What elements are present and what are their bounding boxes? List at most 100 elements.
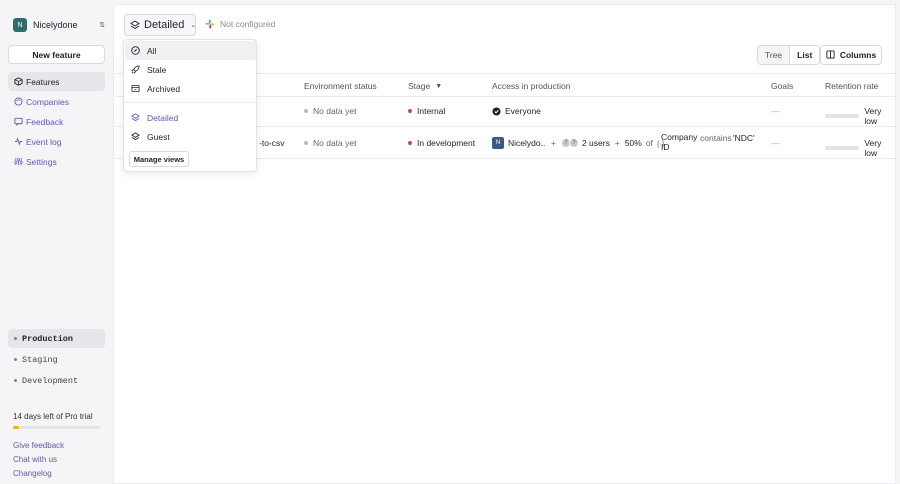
- column-header-label: Stage: [408, 81, 431, 91]
- sidebar-item-label: Event log: [26, 136, 62, 147]
- retention-cell: Very low: [825, 138, 895, 158]
- menu-item-label: Detailed: [147, 112, 179, 123]
- menu-item-view-detailed[interactable]: Detailed: [125, 108, 256, 127]
- changelog-link[interactable]: Changelog: [13, 469, 64, 483]
- column-header-stage[interactable]: Stage ▼: [408, 81, 442, 91]
- menu-divider: [124, 102, 256, 103]
- access-percent-text: 50%: [624, 138, 642, 148]
- features-icon: [13, 77, 23, 87]
- sidebar-item-companies[interactable]: Companies: [8, 92, 105, 111]
- integration-status[interactable]: Not configured: [205, 19, 275, 29]
- companies-icon: [13, 97, 23, 107]
- env-label: Production: [22, 333, 74, 344]
- menu-item-label: Guest: [147, 131, 170, 142]
- chevron-down-icon: ⌄: [190, 22, 197, 29]
- org-name: Nicelydone: [33, 20, 78, 30]
- retention-text: Very low: [864, 106, 882, 126]
- access-cell[interactable]: N Nicelydo... + ? ? 2 users + 50% of {·}: [492, 137, 664, 149]
- access-attribute-text: Company ID: [661, 132, 698, 152]
- stage-cell[interactable]: In development: [408, 138, 475, 148]
- env-label: Staging: [22, 354, 58, 365]
- plus-icon: +: [551, 138, 556, 148]
- org-switcher[interactable]: N Nicelydone ⇅: [13, 17, 105, 33]
- stage-text: Internal: [417, 106, 446, 116]
- sidebar-item-label: Companies: [26, 96, 69, 107]
- company-avatar: N: [492, 137, 504, 149]
- new-feature-button[interactable]: New feature: [8, 45, 105, 64]
- access-company-text: Nicelydo...: [508, 138, 546, 148]
- env-label: Development: [22, 375, 79, 386]
- menu-item-archived[interactable]: Archived: [125, 79, 256, 98]
- trial-progress-bar: [13, 426, 100, 429]
- env-status-cell: No data yet: [304, 138, 356, 148]
- column-header-env-status[interactable]: Environment status: [304, 81, 377, 91]
- footer-links: Give feedback Chat with us Changelog: [13, 441, 64, 483]
- column-header-goals[interactable]: Goals: [771, 81, 793, 91]
- access-text: Everyone: [505, 106, 541, 116]
- access-operator-text: contains: [700, 133, 732, 143]
- env-dot-icon: [14, 337, 17, 340]
- sidebar-item-label: Features: [26, 76, 60, 87]
- sidebar-item-event-log[interactable]: Event log: [8, 132, 105, 151]
- menu-item-all[interactable]: All: [125, 41, 256, 60]
- goals-cell: —: [771, 106, 780, 116]
- access-value-text: 'NDC': [733, 133, 755, 143]
- env-dot-icon: [14, 358, 17, 361]
- menu-item-stale[interactable]: Stale: [125, 60, 256, 79]
- columns-button[interactable]: Columns: [820, 45, 882, 65]
- org-avatar: N: [13, 18, 27, 32]
- trial-text: 14 days left of Pro trial: [13, 412, 93, 421]
- settings-icon: [13, 157, 23, 167]
- access-cell[interactable]: Everyone: [492, 106, 541, 116]
- chat-with-us-link[interactable]: Chat with us: [13, 455, 64, 469]
- layers-icon: [131, 113, 141, 122]
- compass-icon: [131, 46, 141, 55]
- stage-dot-icon: [408, 109, 412, 113]
- env-status-cell: No data yet: [304, 106, 356, 116]
- goals-cell: —: [771, 138, 780, 148]
- status-dot-icon: [304, 141, 308, 145]
- menu-item-view-guest[interactable]: Guest: [125, 127, 256, 146]
- user-avatar: ?: [568, 138, 579, 148]
- feature-name-fragment[interactable]: -to-csv: [259, 138, 285, 148]
- check-circle-icon: [492, 106, 501, 116]
- menu-item-label: All: [147, 45, 157, 56]
- access-users-text: 2 users: [581, 138, 610, 148]
- view-dropdown-menu: All Stale Archived Detailed Guest Manage…: [123, 39, 257, 172]
- env-item-staging[interactable]: Staging: [8, 350, 105, 369]
- chevron-updown-icon: ⇅: [99, 22, 105, 29]
- sidebar-item-label: Feedback: [26, 116, 64, 127]
- sidebar-item-settings[interactable]: Settings: [8, 152, 105, 171]
- manage-views-button[interactable]: Manage views: [129, 151, 189, 167]
- give-feedback-link[interactable]: Give feedback: [13, 441, 64, 455]
- sidebar-item-feedback[interactable]: Feedback: [8, 112, 105, 131]
- env-item-production[interactable]: Production: [8, 329, 105, 348]
- stage-dot-icon: [408, 141, 412, 145]
- stage-cell[interactable]: Internal: [408, 106, 445, 116]
- list-toggle-button[interactable]: List: [789, 46, 820, 64]
- layers-icon: [130, 20, 140, 30]
- view-selector-button[interactable]: Detailed ⌄: [124, 14, 196, 36]
- retention-text: Very low: [864, 138, 882, 158]
- sidebar-item-features[interactable]: Features: [8, 72, 105, 91]
- menu-item-label: Archived: [147, 83, 181, 94]
- retention-bar: [825, 146, 860, 150]
- env-status-text: No data yet: [313, 106, 357, 116]
- archive-icon: [131, 84, 141, 93]
- tree-toggle-button[interactable]: Tree: [758, 46, 789, 64]
- sidebar-nav: Features Companies Feedback Event log Se…: [8, 72, 105, 172]
- rocket-icon: [131, 65, 141, 74]
- stage-text: In development: [417, 138, 476, 148]
- view-selector-label: Detailed: [144, 19, 185, 31]
- event-log-icon: [13, 137, 23, 147]
- env-item-development[interactable]: Development: [8, 371, 105, 390]
- column-header-access[interactable]: Access in production: [492, 81, 570, 91]
- sidebar-item-label: Settings: [26, 156, 57, 167]
- trial-progress-fill: [13, 426, 20, 429]
- env-dot-icon: [14, 379, 17, 382]
- column-header-retention[interactable]: Retention rate: [825, 81, 878, 91]
- menu-item-label: Stale: [147, 64, 167, 75]
- sidebar: N Nicelydone ⇅ New feature Features Comp…: [0, 0, 113, 484]
- feedback-icon: [13, 117, 23, 127]
- slack-icon: [205, 19, 215, 29]
